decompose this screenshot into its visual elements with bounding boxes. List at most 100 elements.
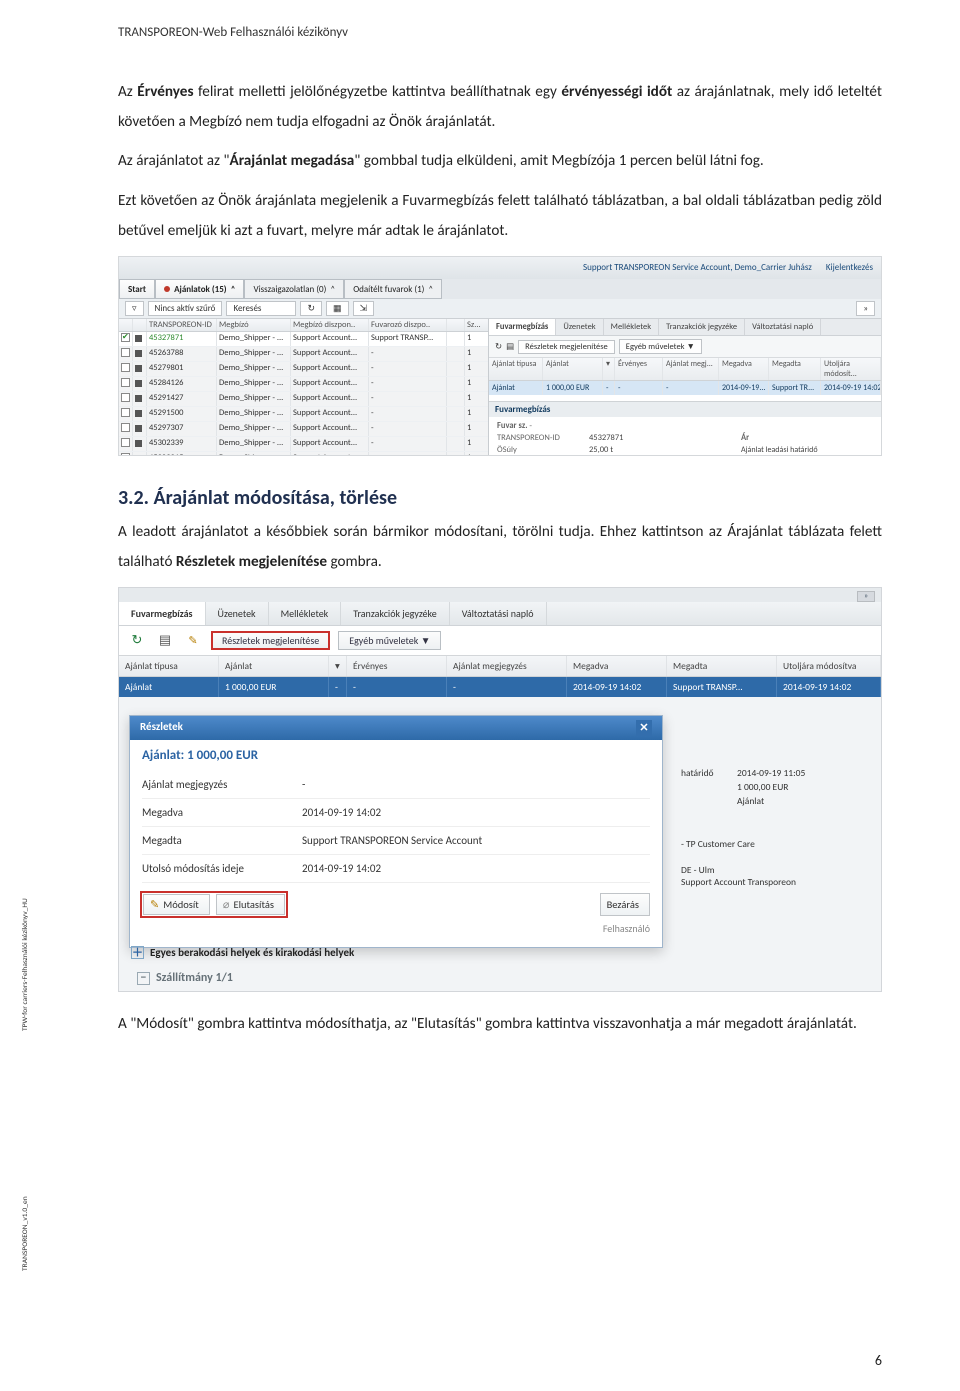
- close-button[interactable]: Bezárás: [600, 893, 650, 916]
- checkbox[interactable]: [121, 348, 130, 357]
- r-deadline-k: határidő: [681, 767, 737, 779]
- col-by[interactable]: Megadta: [667, 656, 777, 676]
- col-sort[interactable]: ▾: [603, 358, 615, 380]
- expand-label: Egyes berakodási helyek és kirakodási he…: [150, 946, 354, 959]
- checkbox[interactable]: [121, 333, 130, 342]
- chevron-up-icon: ˄: [428, 284, 433, 295]
- shipment-section[interactable]: − Szállítmány 1/1: [137, 971, 233, 985]
- col-mb[interactable]: Megbízó: [217, 319, 291, 331]
- col-fd[interactable]: Fuvarozó diszpo..: [369, 319, 447, 331]
- list-icon[interactable]: ▤: [155, 632, 175, 650]
- p2-b: Árajánlat megadása: [230, 152, 355, 170]
- tab-bids[interactable]: Ajánlatok (15)˄: [155, 279, 244, 299]
- main-tabs: Start Ajánlatok (15)˄ Visszaigazolatlan …: [119, 279, 881, 299]
- checkbox[interactable]: [121, 453, 130, 456]
- expand-all-icon[interactable]: »: [856, 301, 875, 316]
- table-row[interactable]: 45309215Demo_Shipper - ...Support Accoun…: [119, 452, 488, 456]
- edit-icon[interactable]: ✎: [183, 632, 203, 650]
- checkbox[interactable]: [121, 408, 130, 417]
- table-row[interactable]: 45302339Demo_Shipper - ...Support Accoun…: [119, 437, 488, 452]
- tab-messages[interactable]: Üzenetek: [206, 602, 269, 625]
- col-lastmod[interactable]: Utoljára módosít...: [821, 358, 881, 380]
- p1-c: felirat melletti jelölőnégyzetbe kattint…: [194, 83, 562, 101]
- expand-icon[interactable]: ⇲: [353, 301, 375, 316]
- modify-button[interactable]: ✎Módosít: [143, 894, 210, 915]
- card-os-v: 25,00 t: [589, 445, 739, 456]
- tab-transactions[interactable]: Tranzakciók jegyzéke: [659, 319, 745, 335]
- cell-sz: 1: [465, 347, 489, 361]
- col-note[interactable]: Ajánlat megjegyzés: [447, 656, 567, 676]
- filter-label[interactable]: Nincs aktív szűrő: [148, 301, 223, 316]
- status-square-icon: [135, 440, 142, 447]
- card-fuvarsz-k: Fuvar sz. -: [497, 421, 587, 431]
- funnel-icon[interactable]: ▿: [125, 301, 144, 316]
- tab-changelog[interactable]: Változtatási napló: [745, 319, 821, 335]
- status-square-icon: [135, 425, 142, 432]
- col-note[interactable]: Ajánlat megj...: [663, 358, 719, 380]
- tab-reconfirm[interactable]: Visszaigazolatlan (0)˄: [244, 279, 344, 299]
- details-button[interactable]: Részletek megjelenítése: [518, 340, 615, 354]
- p32-c: gombra.: [327, 553, 382, 571]
- tab-attachments[interactable]: Mellékletek: [604, 319, 659, 335]
- table-row[interactable]: 45291500Demo_Shipper - ...Support Accoun…: [119, 407, 488, 422]
- col-sort[interactable]: ▾: [329, 656, 347, 676]
- expand-icon[interactable]: »: [857, 591, 875, 602]
- col-by[interactable]: Megadta: [769, 358, 821, 380]
- tab-transactions[interactable]: Tranzakciók jegyzéke: [341, 602, 450, 625]
- list-icon[interactable]: ▤: [506, 342, 514, 352]
- modal-user-label: Felhasználó: [142, 922, 650, 935]
- other-actions-button[interactable]: Egyéb műveletek ▼: [619, 339, 702, 354]
- refresh-icon[interactable]: ↻: [127, 632, 147, 650]
- col-valid[interactable]: Érvényes: [615, 358, 663, 380]
- table-row[interactable]: 45279801Demo_Shipper - ...Support Accoun…: [119, 362, 488, 377]
- table-row[interactable]: 45263788Demo_Shipper - ...Support Accoun…: [119, 347, 488, 362]
- tab-changelog[interactable]: Változtatási napló: [450, 602, 547, 625]
- logout-link[interactable]: Kijelentkezés: [826, 262, 873, 273]
- checkbox[interactable]: [121, 438, 130, 447]
- expand-locations[interactable]: ＋ Egyes berakodási helyek és kirakodási …: [131, 946, 354, 959]
- cell-fd: -: [369, 452, 447, 456]
- table-row[interactable]: 45291427Demo_Shipper - ...Support Accoun…: [119, 392, 488, 407]
- cell-sz: 1: [465, 452, 489, 456]
- tool-icon[interactable]: ▦: [326, 301, 349, 316]
- col-offer[interactable]: Ajánlat: [219, 656, 329, 676]
- col-valid[interactable]: Érvényes: [347, 656, 447, 676]
- search-input[interactable]: Keresés: [226, 301, 296, 316]
- cell-sort: -: [603, 381, 615, 395]
- col-offer[interactable]: Ajánlat: [543, 358, 603, 380]
- closing-paragraph: A "Módosít" gombra kattintva módosíthatj…: [118, 1010, 882, 1040]
- refresh-icon[interactable]: ↻: [300, 301, 322, 316]
- close-icon[interactable]: ✕: [636, 720, 652, 736]
- col-lastmod[interactable]: Utoljára módosítva: [777, 656, 881, 676]
- col-given[interactable]: Megadva: [567, 656, 667, 676]
- s2-table-row[interactable]: Ajánlat 1 000,00 EUR - - - 2014-09-19 14…: [119, 677, 881, 697]
- tab-freight-order[interactable]: Fuvarmegbízás: [489, 319, 556, 335]
- col-mbd[interactable]: Megbízó diszpon..: [291, 319, 369, 331]
- reject-button[interactable]: ⌀Elutasítás: [216, 894, 285, 915]
- col-sz[interactable]: Sz...: [465, 319, 489, 331]
- col-tid[interactable]: TRANSPOREON-ID: [147, 319, 217, 331]
- right-table-row[interactable]: Ajánlat 1 000,00 EUR - - - 2014-09-19...…: [489, 381, 881, 395]
- table-row[interactable]: 45284126Demo_Shipper - ...Support Accoun…: [119, 377, 488, 392]
- tab-assigned[interactable]: Odaítélt fuvarok (1)˄: [344, 279, 442, 299]
- checkbox[interactable]: [121, 393, 130, 402]
- table-row[interactable]: 45327871Demo_Shipper - ...Support Accoun…: [119, 332, 488, 347]
- tab-start[interactable]: Start: [119, 279, 155, 299]
- checkbox[interactable]: [121, 423, 130, 432]
- cell-mbd: Support Account...: [291, 407, 369, 421]
- refresh-icon[interactable]: ↻: [495, 342, 502, 352]
- tab-messages[interactable]: Üzenetek: [556, 319, 603, 335]
- tab-attachments[interactable]: Mellékletek: [269, 602, 342, 625]
- checkbox[interactable]: [121, 378, 130, 387]
- cell-id: 45302339: [147, 437, 217, 451]
- col-type[interactable]: Ajánlat típusa: [119, 656, 219, 676]
- col-given[interactable]: Megadva: [719, 358, 769, 380]
- col-type[interactable]: Ajánlat típusa: [489, 358, 543, 380]
- other-actions-button[interactable]: Egyéb műveletek ▼: [338, 631, 441, 650]
- table-row[interactable]: 45297307Demo_Shipper - ...Support Accoun…: [119, 422, 488, 437]
- details-button[interactable]: Részletek megjelenítése: [211, 631, 330, 650]
- tab-freight-order[interactable]: Fuvarmegbízás: [119, 602, 206, 625]
- col-blank: [447, 319, 465, 331]
- paragraph-1: Az Érvényes felirat melletti jelölőnégyz…: [118, 78, 882, 137]
- checkbox[interactable]: [121, 363, 130, 372]
